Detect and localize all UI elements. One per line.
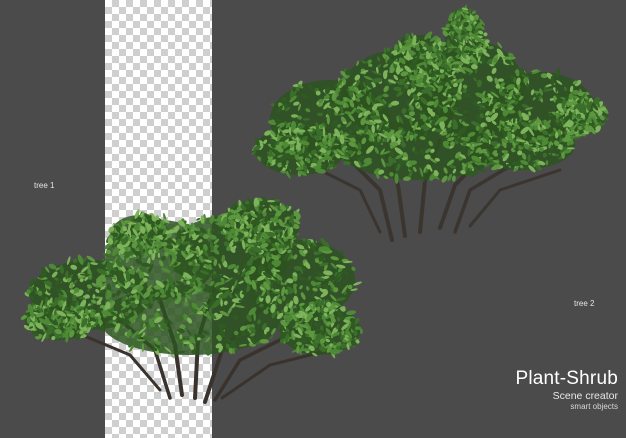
brand-block: Plant-Shrub Scene creator smart objects bbox=[500, 368, 618, 412]
brand-title: Plant-Shrub bbox=[515, 368, 618, 389]
shrub-tree-2-foliage bbox=[251, 4, 609, 184]
tree-2-label: tree 2 bbox=[574, 299, 595, 308]
brand-subtitle: Scene creator bbox=[552, 390, 618, 402]
shrub-tree-1 bbox=[20, 196, 363, 404]
tree-1-label: tree 1 bbox=[34, 181, 55, 190]
shrub-tree-1-foliage bbox=[20, 196, 363, 359]
shrub-tree-2 bbox=[251, 4, 609, 242]
render-canvas: tree 1 tree 2 Plant-Shrub Scene creator … bbox=[0, 0, 626, 438]
brand-tagline: smart objects bbox=[570, 402, 618, 411]
